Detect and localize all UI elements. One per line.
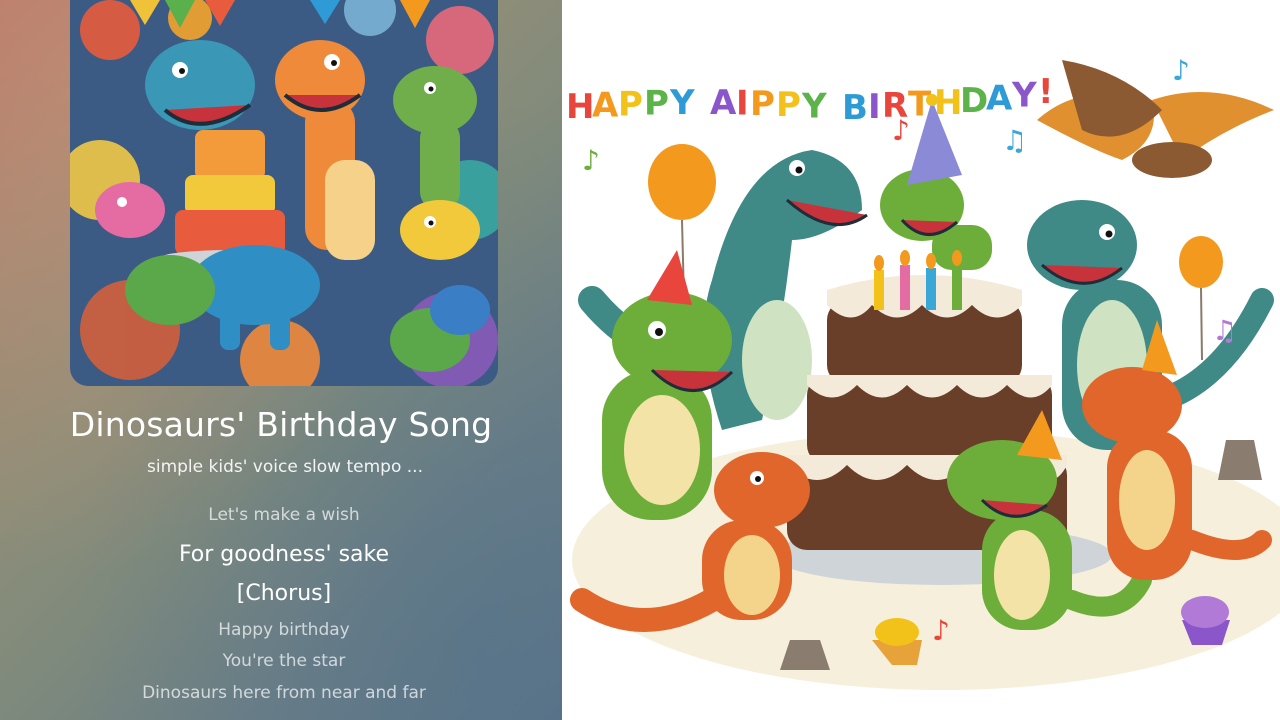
- video-frame: H A P P Y A I P P Y B I R T H D A Y! ♪ ♫…: [562, 0, 1280, 720]
- lyric-line-upcoming[interactable]: You're the star: [0, 651, 562, 671]
- banner-letter: H: [566, 87, 594, 127]
- lyric-line-upcoming[interactable]: Happy birthday: [0, 620, 562, 640]
- lyric-line-current[interactable]: For goodness' sake: [0, 542, 562, 567]
- banner-letter: Y: [1011, 75, 1037, 115]
- banner-letter: P: [776, 85, 801, 125]
- banner-letter: I: [736, 83, 749, 123]
- lyric-line-upcoming[interactable]: Dinosaurs here from near and far: [0, 683, 562, 703]
- banner-letter: I: [868, 87, 881, 127]
- banner-letter: Y: [669, 83, 695, 123]
- banner-letter: A: [710, 83, 737, 123]
- banner-letter: P: [644, 84, 669, 124]
- svg-text:♪: ♪: [932, 614, 950, 647]
- birthday-illustration: HA P P Y A I P P Y B I R T HDA Y! ♪ ♫ ♪ …: [566, 54, 1280, 690]
- banner-letter: P: [750, 84, 775, 124]
- lyric-line-past[interactable]: Let's make a wish: [0, 505, 562, 525]
- banner-letter: A: [986, 78, 1013, 118]
- svg-text:♪: ♪: [892, 114, 910, 147]
- banner-letter: P: [618, 85, 643, 125]
- banner-letter: D: [960, 81, 988, 121]
- svg-text:♪: ♪: [1172, 54, 1190, 87]
- song-subtitle: simple kids' voice slow tempo ...: [147, 457, 423, 477]
- svg-text:♪: ♪: [582, 144, 600, 177]
- banner-letter: A: [592, 86, 619, 126]
- song-title: Dinosaurs' Birthday Song: [69, 405, 493, 444]
- album-cover-art: [70, 0, 498, 386]
- svg-text:♫: ♫: [1212, 314, 1237, 347]
- banner-letter: !: [1038, 72, 1054, 112]
- birthday-banner: HA P P Y A I P P Y B I R T HDA Y!: [566, 72, 1054, 128]
- banner-letter: Y: [801, 86, 827, 126]
- lyric-line-current-chorus[interactable]: [Chorus]: [0, 581, 562, 606]
- svg-text:♫: ♫: [1002, 124, 1027, 157]
- banner-letter: B: [842, 88, 868, 128]
- now-playing-panel: Dinosaurs' Birthday Song simple kids' vo…: [0, 0, 562, 720]
- album-cover[interactable]: [70, 0, 498, 386]
- pterodactyl: [1037, 60, 1274, 178]
